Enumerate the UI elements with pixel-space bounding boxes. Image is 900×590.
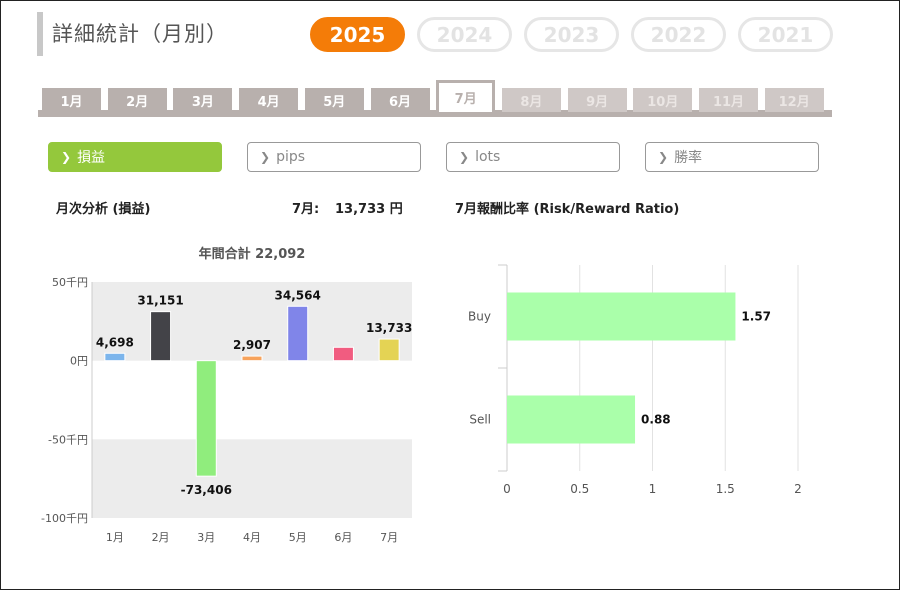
- chevron-right-icon: ❯: [260, 150, 271, 164]
- y-category-label: Buy: [468, 310, 491, 324]
- y-category-label: Sell: [469, 413, 491, 427]
- month-tab-5[interactable]: 5月: [304, 88, 364, 112]
- metric-button-2[interactable]: ❯ lots: [446, 142, 620, 172]
- metric-button-0[interactable]: ❯ 損益: [48, 142, 222, 172]
- metric-button-3[interactable]: ❯ 勝率: [645, 142, 819, 172]
- x-tick-label: 0.5: [570, 482, 589, 496]
- month-tab-7[interactable]: 7月: [436, 80, 496, 112]
- x-tick-label: 1: [649, 482, 657, 496]
- data-label: 4,698: [96, 335, 134, 349]
- rr-heading: 7月報酬比率 (Risk/Reward Ratio): [455, 202, 680, 217]
- x-tick-label: 6月: [334, 531, 352, 544]
- x-tick-label: 2: [794, 482, 802, 496]
- month-tab-10[interactable]: 10月: [633, 88, 693, 112]
- month-tab-9[interactable]: 9月: [567, 88, 627, 112]
- bar-3月: [195, 360, 217, 477]
- y-tick-label: 0円: [70, 355, 88, 368]
- data-label: 1.57: [741, 310, 771, 324]
- year-tab-2021[interactable]: 2021: [738, 17, 833, 52]
- data-label: -73,406: [181, 483, 232, 497]
- y-tick-label: -50千円: [48, 433, 88, 446]
- x-tick-label: 0: [503, 482, 511, 496]
- bar-1月: [104, 352, 126, 362]
- month-tab-11[interactable]: 11月: [699, 88, 758, 112]
- data-label: 2,907: [233, 338, 271, 352]
- y-tick-label: 50千円: [52, 276, 88, 289]
- x-tick-label: 3月: [197, 531, 215, 544]
- month-tab-8[interactable]: 8月: [501, 88, 561, 112]
- month-tab-3[interactable]: 3月: [173, 88, 233, 112]
- year-tab-2022[interactable]: 2022: [631, 17, 726, 52]
- chevron-right-icon: ❯: [459, 150, 470, 164]
- x-tick-label: 2月: [152, 531, 170, 544]
- metric-button-label: 損益: [77, 150, 106, 166]
- x-tick-label: 5月: [289, 531, 307, 544]
- month-tab-1[interactable]: 1月: [42, 88, 101, 112]
- plot-band: [92, 439, 412, 518]
- month-tab-12[interactable]: 12月: [764, 88, 824, 112]
- month-tab-4[interactable]: 4月: [239, 88, 299, 112]
- monthly-analysis-heading: 月次分析 (損益): [56, 202, 151, 217]
- monthly-pl-chart: 年間合計 22,092 50千円 0円 -50千円 -100千円 4,698 1月 31,15…: [41, 246, 412, 544]
- x-tick-label: 1月: [106, 531, 124, 544]
- risk-reward-chart: 0 0.5 1 1.5 2 1.57 Buy 0.88 Sell: [468, 264, 802, 496]
- metric-button-label: lots: [475, 149, 501, 165]
- year-tab-2024[interactable]: 2024: [417, 17, 512, 52]
- page-title: 詳細統計（月別）: [52, 22, 228, 46]
- data-label: 31,151: [137, 294, 183, 308]
- chevron-right-icon: ❯: [658, 150, 669, 164]
- title-accent-bar: [37, 12, 43, 56]
- y-tick-label: -100千円: [41, 512, 88, 525]
- metric-button-label: pips: [276, 149, 306, 165]
- metric-button-1[interactable]: ❯ pips: [247, 142, 421, 172]
- month-tab-6[interactable]: 6月: [370, 88, 430, 112]
- current-month-label: 7月:: [292, 202, 320, 217]
- year-tab-2023[interactable]: 2023: [524, 17, 619, 52]
- data-label: 13,733: [366, 321, 412, 335]
- bar-Sell: [507, 395, 636, 444]
- bar-6月: [332, 346, 354, 362]
- year-tab-2025[interactable]: 2025: [310, 17, 405, 52]
- chart-title: 年間合計 22,092: [199, 246, 306, 262]
- chevron-right-icon: ❯: [61, 150, 72, 164]
- data-label: 34,564: [275, 288, 321, 302]
- bar-5月: [287, 305, 309, 362]
- month-tab-2[interactable]: 2月: [107, 88, 167, 112]
- x-tick-label: 1.5: [716, 482, 735, 496]
- bar-7月: [378, 338, 400, 362]
- bar-Buy: [507, 292, 736, 341]
- metric-button-label: 勝率: [674, 150, 703, 166]
- current-month-value: 13,733 円: [335, 202, 403, 217]
- x-tick-label: 7月: [380, 531, 398, 544]
- x-tick-label: 4月: [243, 531, 261, 544]
- bar-4月: [241, 355, 263, 362]
- bar-2月: [150, 311, 172, 362]
- data-label: 0.88: [641, 413, 671, 427]
